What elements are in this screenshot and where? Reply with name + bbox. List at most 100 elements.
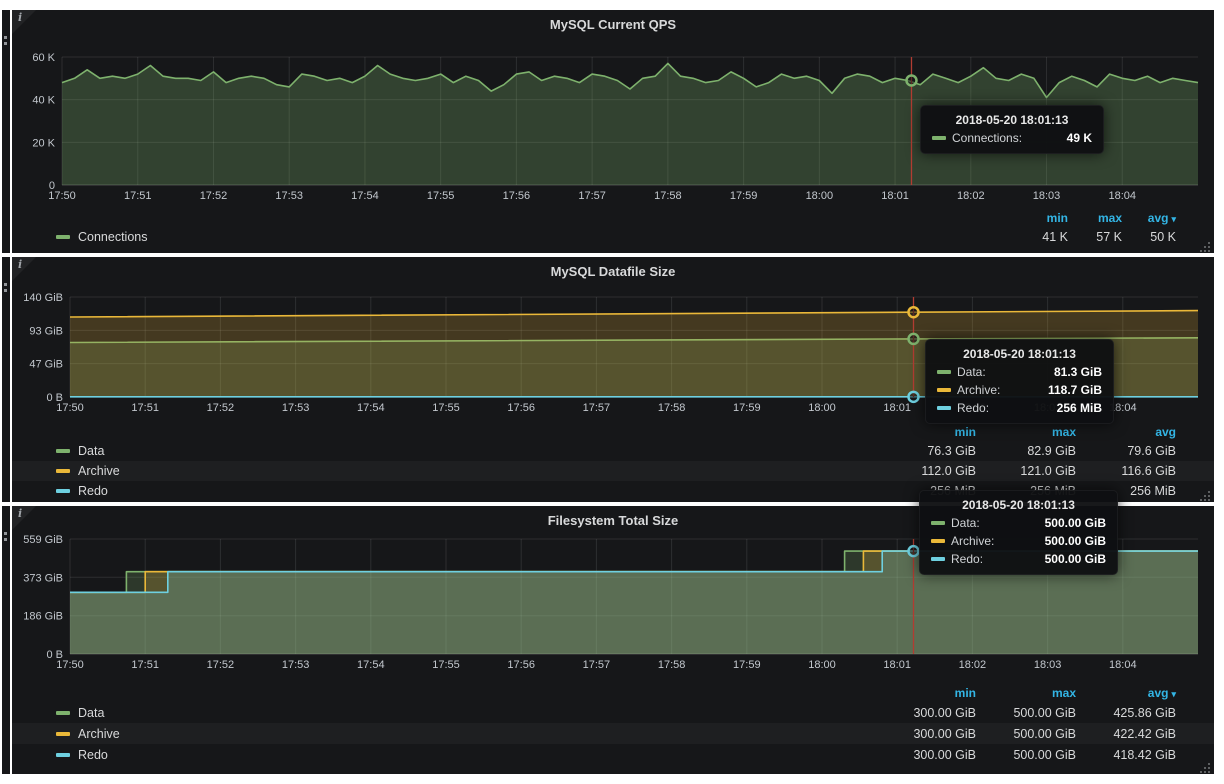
legend-sort-min[interactable]: min [876, 425, 976, 439]
svg-text:17:58: 17:58 [658, 659, 686, 671]
legend-sort-min[interactable]: min [1014, 211, 1068, 225]
svg-text:17:55: 17:55 [432, 402, 460, 413]
resize-grip-icon[interactable] [1200, 240, 1211, 251]
legend-series-toggle[interactable]: Data [56, 706, 104, 720]
svg-text:373 GiB: 373 GiB [23, 572, 63, 584]
svg-text:18:00: 18:00 [808, 402, 836, 413]
tooltip-row: Redo: 256 MiB [937, 401, 1102, 415]
svg-text:17:57: 17:57 [583, 402, 611, 413]
legend-header: min max avg▾ [12, 684, 1214, 702]
legend-stat-avg: 116.6 GiB [1076, 464, 1176, 478]
svg-text:17:56: 17:56 [507, 659, 535, 671]
svg-text:17:59: 17:59 [730, 190, 758, 202]
legend-sort-avg[interactable]: avg▾ [1122, 211, 1176, 225]
graph-tooltip: 2018-05-20 18:01:13 Data: 81.3 GiB Archi… [925, 339, 1114, 424]
panel-title[interactable]: MySQL Current QPS [12, 17, 1214, 32]
svg-text:140 GiB: 140 GiB [23, 292, 63, 304]
svg-text:47 GiB: 47 GiB [29, 359, 63, 371]
legend-sort-max[interactable]: max [976, 686, 1076, 700]
legend-series-label: Data [78, 444, 104, 458]
legend-series-toggle[interactable]: Redo [56, 748, 108, 762]
svg-text:18:00: 18:00 [808, 659, 836, 671]
svg-text:18:02: 18:02 [959, 659, 987, 671]
legend-stat-min: 112.0 GiB [876, 464, 976, 478]
legend-stat-avg: 79.6 GiB [1076, 444, 1176, 458]
graph-tooltip: 2018-05-20 18:01:13 Data: 500.00 GiB Arc… [919, 490, 1118, 575]
panel-filesystem-total-size: i Filesystem Total Size 17:5017:5117:521… [12, 506, 1214, 774]
drag-handle-icon[interactable] [4, 283, 7, 295]
series-color-dash [56, 732, 70, 736]
svg-text:0 B: 0 B [46, 392, 63, 404]
svg-text:17:53: 17:53 [282, 659, 310, 671]
legend-series-toggle[interactable]: Connections [56, 230, 148, 244]
adjacent-panel-edge [2, 257, 10, 502]
legend-row: Data 76.3 GiB 82.9 GiB 79.6 GiB [12, 441, 1214, 461]
legend-stat-avg: 425.86 GiB [1076, 706, 1176, 720]
legend-series-toggle[interactable]: Redo [56, 484, 108, 498]
series-color-dash [931, 539, 945, 543]
legend-series-label: Connections [78, 230, 148, 244]
tooltip-row: Archive: 500.00 GiB [931, 534, 1106, 548]
legend-series-label: Archive [78, 727, 120, 741]
svg-text:20 K: 20 K [32, 137, 55, 149]
legend-series-label: Data [78, 706, 104, 720]
adjacent-panel-edge [2, 10, 10, 253]
series-color-dash [56, 235, 70, 239]
legend-series-toggle[interactable]: Data [56, 444, 104, 458]
legend-row: Archive 112.0 GiB 121.0 GiB 116.6 GiB [12, 461, 1214, 481]
svg-text:0: 0 [49, 180, 55, 192]
legend-stat-avg: 50 K [1122, 230, 1176, 244]
svg-text:17:54: 17:54 [351, 190, 379, 202]
drag-handle-icon[interactable] [4, 532, 7, 544]
series-color-dash [932, 136, 946, 140]
series-color-dash [56, 449, 70, 453]
svg-text:18:03: 18:03 [1033, 190, 1061, 202]
svg-text:186 GiB: 186 GiB [23, 611, 63, 623]
svg-text:17:51: 17:51 [131, 659, 159, 671]
panel-info-corner[interactable]: i [12, 257, 36, 281]
series-color-dash [937, 406, 951, 410]
panel-info-corner[interactable]: i [12, 506, 36, 530]
svg-text:17:53: 17:53 [275, 190, 303, 202]
legend-sort-avg[interactable]: avg [1076, 425, 1176, 439]
svg-text:18:01: 18:01 [883, 402, 911, 413]
series-color-dash [937, 370, 951, 374]
svg-text:17:52: 17:52 [200, 190, 228, 202]
legend-sort-avg[interactable]: avg▾ [1076, 686, 1176, 700]
info-icon: i [18, 258, 22, 271]
panel-title[interactable]: MySQL Datafile Size [12, 264, 1214, 279]
svg-text:17:58: 17:58 [654, 190, 682, 202]
legend-stat-max: 82.9 GiB [976, 444, 1076, 458]
svg-text:18:02: 18:02 [957, 190, 985, 202]
panel-info-corner[interactable]: i [12, 10, 36, 34]
svg-text:17:52: 17:52 [207, 402, 235, 413]
legend-header: min max avg▾ [12, 209, 1214, 227]
svg-text:18:04: 18:04 [1109, 659, 1137, 671]
legend-sort-max[interactable]: max [976, 425, 1076, 439]
panel-mysql-datafile-size: i MySQL Datafile Size 17:5017:5117:5217:… [12, 257, 1214, 502]
resize-grip-icon[interactable] [1200, 761, 1211, 772]
adjacent-panel-edge [2, 506, 10, 774]
legend-series-toggle[interactable]: Archive [56, 727, 120, 741]
svg-text:17:59: 17:59 [733, 402, 761, 413]
legend-sort-max[interactable]: max [1068, 211, 1122, 225]
svg-text:93 GiB: 93 GiB [29, 325, 63, 337]
svg-text:17:58: 17:58 [658, 402, 686, 413]
svg-text:60 K: 60 K [32, 52, 55, 64]
info-icon: i [18, 507, 22, 520]
svg-text:17:57: 17:57 [583, 659, 611, 671]
legend-stat-max: 500.00 GiB [976, 727, 1076, 741]
svg-text:18:01: 18:01 [883, 659, 911, 671]
legend-stat-min: 300.00 GiB [876, 748, 976, 762]
tooltip-timestamp: 2018-05-20 18:01:13 [937, 347, 1102, 361]
legend-stat-avg: 418.42 GiB [1076, 748, 1176, 762]
svg-text:17:53: 17:53 [282, 402, 310, 413]
legend-sort-min[interactable]: min [876, 686, 976, 700]
svg-text:17:56: 17:56 [507, 402, 535, 413]
legend-series-toggle[interactable]: Archive [56, 464, 120, 478]
drag-handle-icon[interactable] [4, 36, 7, 48]
legend-row: Connections 41 K 57 K 50 K [12, 227, 1214, 247]
legend-stat-min: 76.3 GiB [876, 444, 976, 458]
tooltip-row: Redo: 500.00 GiB [931, 552, 1106, 566]
resize-grip-icon[interactable] [1200, 489, 1211, 500]
